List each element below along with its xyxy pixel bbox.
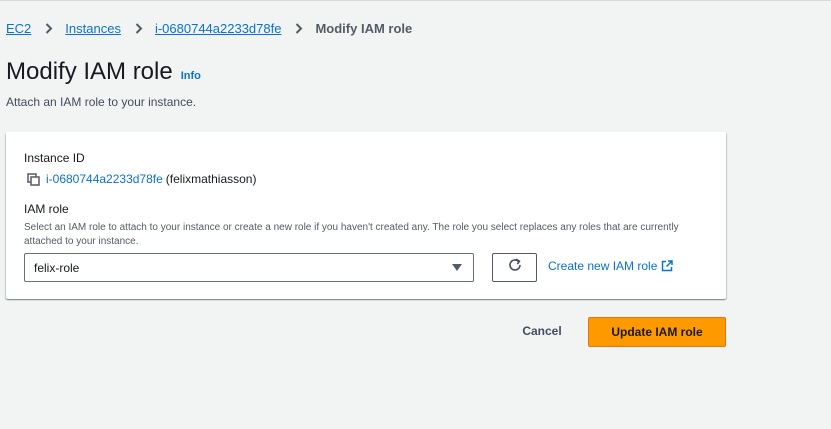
- page-description: Attach an IAM role to your instance.: [6, 95, 197, 109]
- page-header: Modify IAM role Info: [6, 58, 201, 86]
- create-new-iam-role-label: Create new IAM role: [548, 259, 658, 273]
- chevron-right-icon: [295, 22, 303, 34]
- instance-id-row: i-0680744a2233d78fe (felixmathiasson): [27, 172, 256, 186]
- copy-icon[interactable]: [27, 172, 40, 186]
- external-link-icon: [661, 260, 674, 272]
- breadcrumb-instance-id[interactable]: i-0680744a2233d78fe: [155, 21, 282, 36]
- chevron-right-icon: [45, 22, 53, 34]
- chevron-right-icon: [135, 22, 143, 34]
- top-divider: [0, 0, 831, 1]
- caret-down-icon: [452, 264, 462, 271]
- iam-role-panel: Instance ID i-0680744a2233d78fe (felixma…: [6, 132, 726, 299]
- breadcrumb: EC2 Instances i-0680744a2233d78fe Modify…: [6, 20, 412, 36]
- instance-id-link[interactable]: i-0680744a2233d78fe: [46, 172, 163, 186]
- page-title: Modify IAM role: [6, 58, 173, 85]
- update-iam-role-button[interactable]: Update IAM role: [588, 317, 726, 347]
- info-link[interactable]: Info: [181, 70, 201, 82]
- iam-role-hint: Select an IAM role to attach to your ins…: [24, 222, 679, 247]
- iam-role-selected-value: felix-role: [34, 260, 80, 275]
- iam-role-label: IAM role: [24, 202, 69, 216]
- instance-owner: (felixmathiasson): [165, 172, 257, 186]
- breadcrumb-instances[interactable]: Instances: [65, 21, 121, 36]
- refresh-icon: [507, 257, 523, 278]
- refresh-button[interactable]: [492, 253, 537, 282]
- breadcrumb-current: Modify IAM role: [315, 20, 413, 36]
- breadcrumb-ec2[interactable]: EC2: [6, 21, 31, 36]
- cancel-button[interactable]: Cancel: [510, 320, 574, 342]
- create-new-iam-role-link[interactable]: Create new IAM role: [548, 259, 674, 273]
- instance-id-label: Instance ID: [24, 151, 85, 165]
- iam-role-select[interactable]: felix-role: [24, 253, 474, 282]
